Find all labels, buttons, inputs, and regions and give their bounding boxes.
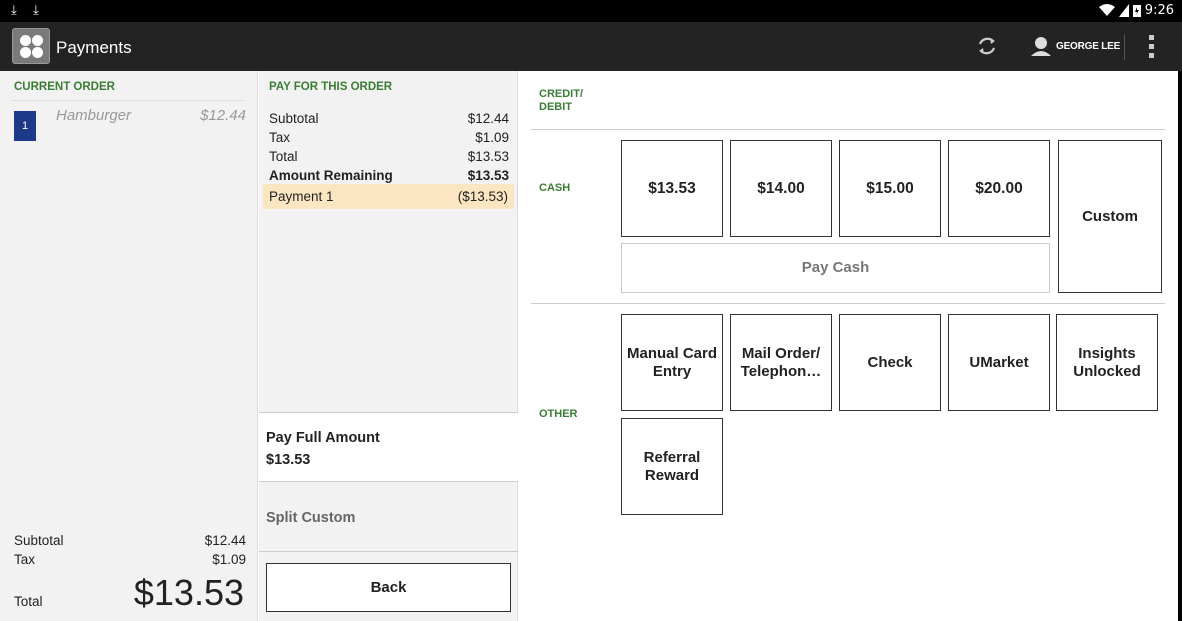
cash-amount-button[interactable]: $14.00 xyxy=(730,140,832,237)
order-line-item[interactable]: 1 Hamburger $12.44 xyxy=(14,107,246,141)
battery-icon xyxy=(1132,5,1141,17)
pay-full-amount-button[interactable]: Pay Full Amount $13.53 xyxy=(259,412,518,482)
row-value: $13.53 xyxy=(467,168,509,183)
split-custom-button[interactable]: Split Custom xyxy=(259,482,518,552)
insights-unlocked-button[interactable]: Insights Unlocked xyxy=(1056,314,1158,411)
cash-amount-button[interactable]: $20.00 xyxy=(948,140,1050,237)
credit-debit-label: CREDIT/ DEBIT xyxy=(539,88,583,113)
subtotal-value: $12.44 xyxy=(204,533,246,548)
row-value: $13.53 xyxy=(467,149,509,164)
referral-reward-button[interactable]: Referral Reward xyxy=(621,418,723,515)
download-icon: ⤓ xyxy=(11,2,17,17)
payment-value: ($13.53) xyxy=(457,189,508,204)
divider xyxy=(1178,71,1182,621)
row-value: $1.09 xyxy=(475,130,509,145)
current-order-panel: CURRENT ORDER 1 Hamburger $12.44 Subtota… xyxy=(0,71,258,621)
divider xyxy=(12,100,245,101)
wifi-icon xyxy=(1098,4,1115,16)
current-order-heading: CURRENT ORDER xyxy=(14,81,115,93)
payment-methods-panel: CREDIT/ DEBIT CASH $13.53 $14.00 $15.00 … xyxy=(519,71,1182,621)
sync-icon[interactable] xyxy=(976,35,998,57)
status-bar: ⤓ ⤓ 9:26 xyxy=(0,0,1182,22)
app-logo-icon[interactable] xyxy=(12,28,50,64)
divider xyxy=(531,129,1165,130)
subtotal-label: Subtotal xyxy=(14,533,64,548)
amount-remaining-row: Amount Remaining $13.53 xyxy=(269,168,509,183)
back-button[interactable]: Back xyxy=(266,563,511,612)
row-label: Amount Remaining xyxy=(269,168,393,183)
check-button[interactable]: Check xyxy=(839,314,941,411)
action-bar: Payments GEORGE LEE xyxy=(0,22,1182,71)
overflow-menu-icon[interactable] xyxy=(1144,35,1158,59)
item-price: $12.44 xyxy=(200,107,246,124)
tax-label: Tax xyxy=(14,552,36,567)
mail-order-button[interactable]: Mail Order/ Telephon… xyxy=(730,314,832,411)
divider xyxy=(1124,34,1125,60)
divider xyxy=(531,303,1165,304)
row-label: Subtotal xyxy=(269,111,319,126)
cash-amount-button[interactable]: $15.00 xyxy=(839,140,941,237)
custom-cash-button[interactable]: Custom xyxy=(1058,140,1162,293)
pay-full-value: $13.53 xyxy=(266,452,311,468)
clock: 9:26 xyxy=(1144,3,1174,18)
pay-cash-button[interactable]: Pay Cash xyxy=(621,243,1050,293)
user-name[interactable]: GEORGE LEE xyxy=(1056,41,1120,52)
pay-full-label: Pay Full Amount xyxy=(266,430,380,446)
page-title: Payments xyxy=(56,38,132,57)
total-row: Total $13.53 xyxy=(269,149,509,164)
cash-label: CASH xyxy=(539,182,571,194)
tax-row: Tax $1.09 xyxy=(269,130,509,145)
pay-for-order-heading: PAY FOR THIS ORDER xyxy=(269,81,393,93)
total-amount: $13.53 xyxy=(133,572,244,613)
split-custom-label: Split Custom xyxy=(266,510,356,526)
item-name: Hamburger xyxy=(56,107,132,124)
row-value: $12.44 xyxy=(467,111,509,126)
tax-value: $1.09 xyxy=(212,552,246,567)
download-icon: ⤓ xyxy=(33,2,39,17)
subtotal-row: Subtotal $12.44 xyxy=(14,533,246,548)
cash-amount-button[interactable]: $13.53 xyxy=(621,140,723,237)
total-label: Total xyxy=(14,594,43,609)
signal-icon xyxy=(1118,4,1129,17)
user-avatar-icon[interactable] xyxy=(1030,35,1052,57)
pay-for-order-panel: PAY FOR THIS ORDER Subtotal $12.44 Tax $… xyxy=(259,71,518,621)
other-label: OTHER xyxy=(539,408,578,420)
quantity-badge: 1 xyxy=(14,111,36,141)
row-label: Tax xyxy=(269,130,291,145)
row-label: Total xyxy=(269,149,298,164)
umarket-button[interactable]: UMarket xyxy=(948,314,1050,411)
manual-card-entry-button[interactable]: Manual Card Entry xyxy=(621,314,723,411)
payment-label: Payment 1 xyxy=(269,189,334,204)
payment-row[interactable]: Payment 1 ($13.53) xyxy=(263,184,514,209)
tax-row: Tax $1.09 xyxy=(14,552,246,567)
subtotal-row: Subtotal $12.44 xyxy=(269,111,509,126)
